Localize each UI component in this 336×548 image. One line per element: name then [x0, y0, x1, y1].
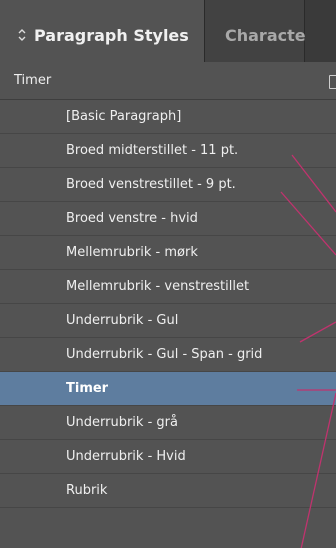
style-label: Mellemrubrik - mørk — [66, 245, 198, 260]
style-label: Underrubrik - Hvid — [66, 449, 186, 464]
style-group-header: Timer — [0, 62, 336, 100]
style-row[interactable]: Broed venstre - hvid — [0, 202, 336, 236]
style-row[interactable]: Mellemrubrik - venstrestillet — [0, 270, 336, 304]
new-style-icon[interactable] — [329, 75, 336, 89]
style-row-selected[interactable]: Timer — [0, 372, 336, 406]
tab-label: Characte — [225, 26, 306, 45]
style-label: Underrubrik - Gul — [66, 313, 179, 328]
style-row[interactable]: Broed midterstillet - 11 pt. — [0, 134, 336, 168]
style-row[interactable]: Underrubrik - grå — [0, 406, 336, 440]
up-down-chevron-icon — [18, 29, 26, 41]
tab-label: Paragraph Styles — [34, 26, 189, 45]
style-group-name: Timer — [14, 73, 52, 88]
style-row[interactable]: Underrubrik - Gul — [0, 304, 336, 338]
style-row[interactable]: Rubrik — [0, 474, 336, 508]
style-row[interactable]: Mellemrubrik - mørk — [0, 236, 336, 270]
style-row[interactable]: Broed venstrestillet - 9 pt. — [0, 168, 336, 202]
tab-paragraph-styles[interactable]: Paragraph Styles — [0, 0, 205, 62]
style-row[interactable]: Underrubrik - Hvid — [0, 440, 336, 474]
style-row[interactable]: Underrubrik - Gul - Span - grid — [0, 338, 336, 372]
style-label: Timer — [66, 381, 109, 396]
tab-character-styles[interactable]: Characte — [205, 0, 306, 62]
panel-tab-bar: Paragraph Styles Characte — [0, 0, 336, 62]
style-label: Mellemrubrik - venstrestillet — [66, 279, 250, 294]
style-label: Broed venstrestillet - 9 pt. — [66, 177, 236, 192]
style-label: Rubrik — [66, 483, 108, 498]
style-label: Underrubrik - Gul - Span - grid — [66, 347, 263, 362]
style-label: Underrubrik - grå — [66, 415, 178, 430]
style-label: Broed venstre - hvid — [66, 211, 198, 226]
style-row[interactable]: [Basic Paragraph] — [0, 100, 336, 134]
style-label: [Basic Paragraph] — [66, 109, 182, 124]
style-label: Broed midterstillet - 11 pt. — [66, 143, 239, 158]
